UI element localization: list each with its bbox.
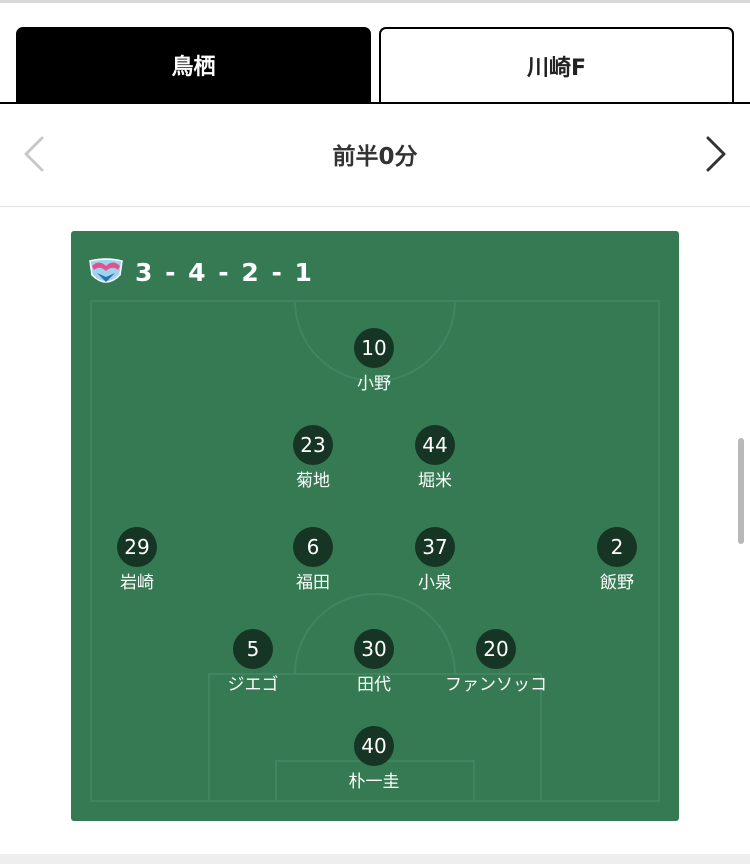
- player-name: 朴一圭: [348, 772, 400, 792]
- player-number: 2: [597, 527, 637, 567]
- player-number: 40: [354, 726, 394, 766]
- player-number: 23: [293, 425, 333, 465]
- player-name: 田代: [357, 675, 391, 695]
- bottom-divider: [0, 854, 750, 864]
- player-marker[interactable]: 40 朴一圭: [314, 726, 434, 792]
- player-name: 小泉: [418, 573, 452, 593]
- player-marker[interactable]: 23 菊地: [253, 425, 373, 491]
- player-name: 飯野: [600, 573, 634, 593]
- player-name: 堀米: [418, 471, 452, 491]
- period-navigator: 前半0分: [0, 104, 750, 207]
- tab-away-team[interactable]: 川崎F: [379, 27, 734, 103]
- formation-header: 3 - 4 - 2 - 1: [87, 255, 314, 289]
- player-number: 10: [354, 328, 394, 368]
- formation-label: 3 - 4 - 2 - 1: [135, 257, 314, 287]
- player-marker[interactable]: 20 ファンソッコ: [436, 629, 556, 695]
- player-marker[interactable]: 37 小泉: [375, 527, 495, 593]
- player-number: 44: [415, 425, 455, 465]
- player-name: ジエゴ: [227, 675, 279, 695]
- player-marker[interactable]: 6 福田: [253, 527, 373, 593]
- player-name: 小野: [357, 374, 391, 394]
- chevron-right-icon: [706, 136, 726, 172]
- player-name: ファンソッコ: [445, 675, 547, 695]
- player-marker[interactable]: 44 堀米: [375, 425, 495, 491]
- lineup-pitch: 3 - 4 - 2 - 1 10 小野 23 菊地 44 堀米 29 岩崎 6 …: [71, 231, 679, 821]
- player-marker[interactable]: 30 田代: [314, 629, 434, 695]
- player-number: 6: [293, 527, 333, 567]
- next-period-button[interactable]: [694, 132, 738, 176]
- player-marker[interactable]: 10 小野: [314, 328, 434, 394]
- player-number: 30: [354, 629, 394, 669]
- player-name: 岩崎: [120, 573, 154, 593]
- period-title: 前半0分: [332, 144, 418, 170]
- player-number: 5: [233, 629, 273, 669]
- tab-home-team[interactable]: 鳥栖: [16, 27, 371, 103]
- scrollbar-thumb[interactable]: [738, 438, 744, 544]
- player-number: 29: [117, 527, 157, 567]
- player-name: 菊地: [296, 471, 330, 491]
- player-marker[interactable]: 2 飯野: [557, 527, 677, 593]
- team-tabs: 鳥栖 川崎F: [0, 27, 750, 104]
- player-marker[interactable]: 29 岩崎: [77, 527, 197, 593]
- player-name: 福田: [296, 573, 330, 593]
- player-number: 20: [476, 629, 516, 669]
- top-divider: [0, 0, 750, 3]
- player-number: 37: [415, 527, 455, 567]
- player-marker[interactable]: 5 ジエゴ: [193, 629, 313, 695]
- sagan-tosu-crest-icon: [89, 258, 123, 283]
